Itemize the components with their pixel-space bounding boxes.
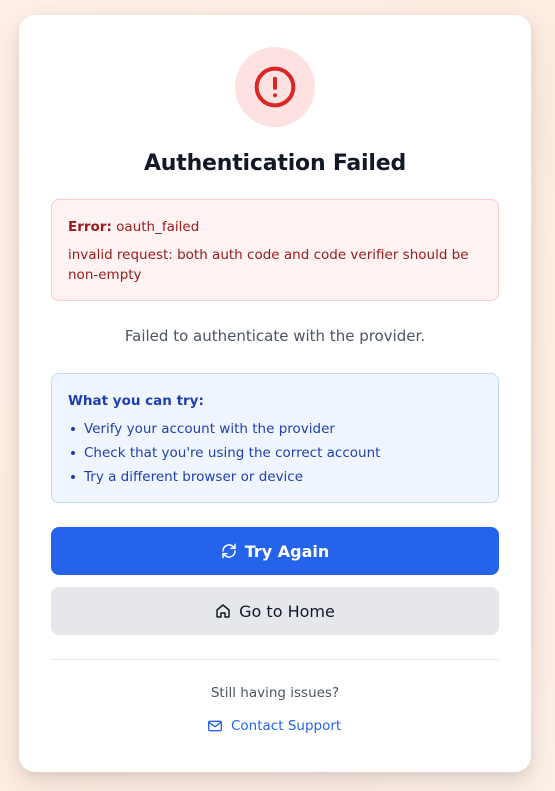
tip-item: Try a different browser or device (68, 465, 482, 489)
error-label: Error: (68, 219, 112, 235)
error-code: oauth_failed (116, 219, 200, 235)
go-home-label: Go to Home (239, 601, 335, 621)
divider (51, 659, 499, 660)
error-icon-circle (235, 47, 315, 127)
page-title: Authentication Failed (143, 151, 407, 176)
tips-box: What you can try: Verify your account wi… (51, 373, 499, 503)
contact-support-label: Contact Support (231, 718, 342, 734)
error-code-line: Error: oauth_failed (68, 217, 482, 237)
tip-item: Check that you're using the correct acco… (68, 441, 482, 465)
home-icon (215, 603, 231, 619)
try-again-button[interactable]: Try Again (51, 527, 499, 575)
alert-circle-icon (253, 65, 297, 109)
error-detail: invalid request: both auth code and code… (68, 247, 469, 283)
tips-list: Verify your account with the provider Ch… (68, 417, 482, 489)
auth-error-card: Authentication Failed Error: oauth_faile… (19, 15, 531, 772)
go-home-button[interactable]: Go to Home (51, 587, 499, 635)
contact-support-link[interactable]: Contact Support (207, 715, 341, 737)
error-message: Failed to authenticate with the provider… (124, 327, 426, 345)
error-box: Error: oauth_failed invalid request: bot… (51, 199, 499, 301)
tip-item: Verify your account with the provider (68, 417, 482, 441)
mail-icon (207, 718, 223, 734)
tips-title: What you can try: (68, 393, 204, 409)
refresh-icon (221, 543, 237, 559)
try-again-label: Try Again (244, 541, 330, 561)
help-text: Still having issues? (210, 685, 340, 701)
